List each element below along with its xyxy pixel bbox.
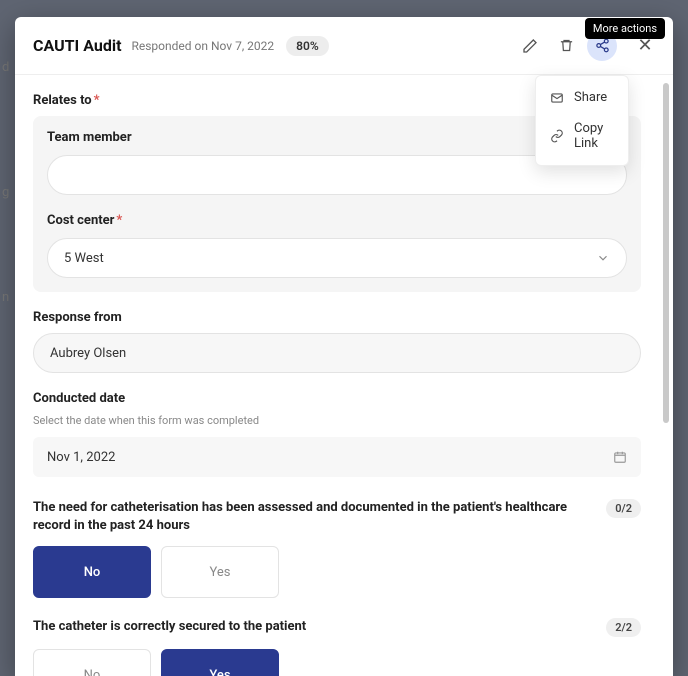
completion-badge: 80%: [286, 36, 329, 56]
more-actions-menu: Share Copy Link: [535, 75, 629, 166]
question-score: 2/2: [606, 618, 641, 637]
cost-center-label: Cost center*: [47, 213, 627, 228]
choice-no[interactable]: No: [33, 546, 151, 598]
question-score: 0/2: [606, 499, 641, 518]
question-2: The catheter is correctly secured to the…: [33, 618, 641, 676]
conducted-date-label: Conducted date: [33, 391, 641, 406]
calendar-icon: [613, 450, 627, 464]
edit-button[interactable]: [515, 31, 545, 61]
mail-icon: [550, 91, 564, 105]
menu-item-label: Copy Link: [574, 121, 614, 151]
conducted-date-hint: Select the date when this form was compl…: [33, 414, 641, 427]
question-1: The need for catheterisation has been as…: [33, 499, 641, 598]
conducted-date-input[interactable]: Nov 1, 2022: [33, 437, 641, 477]
more-actions-tooltip: More actions: [585, 18, 665, 39]
pencil-icon: [522, 38, 538, 54]
choice-yes[interactable]: Yes: [161, 649, 279, 676]
choice-yes[interactable]: Yes: [161, 546, 279, 598]
chevron-down-icon: [596, 251, 610, 265]
choice-no[interactable]: No: [33, 649, 151, 676]
scrollbar-thumb[interactable]: [663, 83, 669, 423]
cost-center-value: 5 West: [64, 251, 104, 266]
trash-icon: [559, 38, 574, 53]
scrollbar[interactable]: [663, 83, 669, 676]
cost-center-select[interactable]: 5 West: [47, 238, 627, 278]
menu-item-share[interactable]: Share: [536, 82, 628, 113]
audit-modal: More actions CAUTI Audit Responded on No…: [15, 17, 673, 676]
conducted-date-value: Nov 1, 2022: [47, 450, 115, 465]
link-icon: [550, 129, 564, 143]
question-text: The catheter is correctly secured to the…: [33, 618, 594, 636]
menu-item-label: Share: [574, 90, 607, 105]
menu-item-copy-link[interactable]: Copy Link: [536, 113, 628, 159]
question-text: The need for catheterisation has been as…: [33, 499, 594, 534]
page-title: CAUTI Audit: [33, 36, 121, 55]
share-network-icon: [595, 38, 610, 53]
modal-header: CAUTI Audit Responded on Nov 7, 2022 80%…: [15, 17, 673, 75]
responded-subtitle: Responded on Nov 7, 2022: [131, 39, 274, 53]
response-from-value: Aubrey Olsen: [33, 333, 641, 373]
delete-button[interactable]: [551, 31, 581, 61]
response-from-label: Response from: [33, 310, 641, 325]
